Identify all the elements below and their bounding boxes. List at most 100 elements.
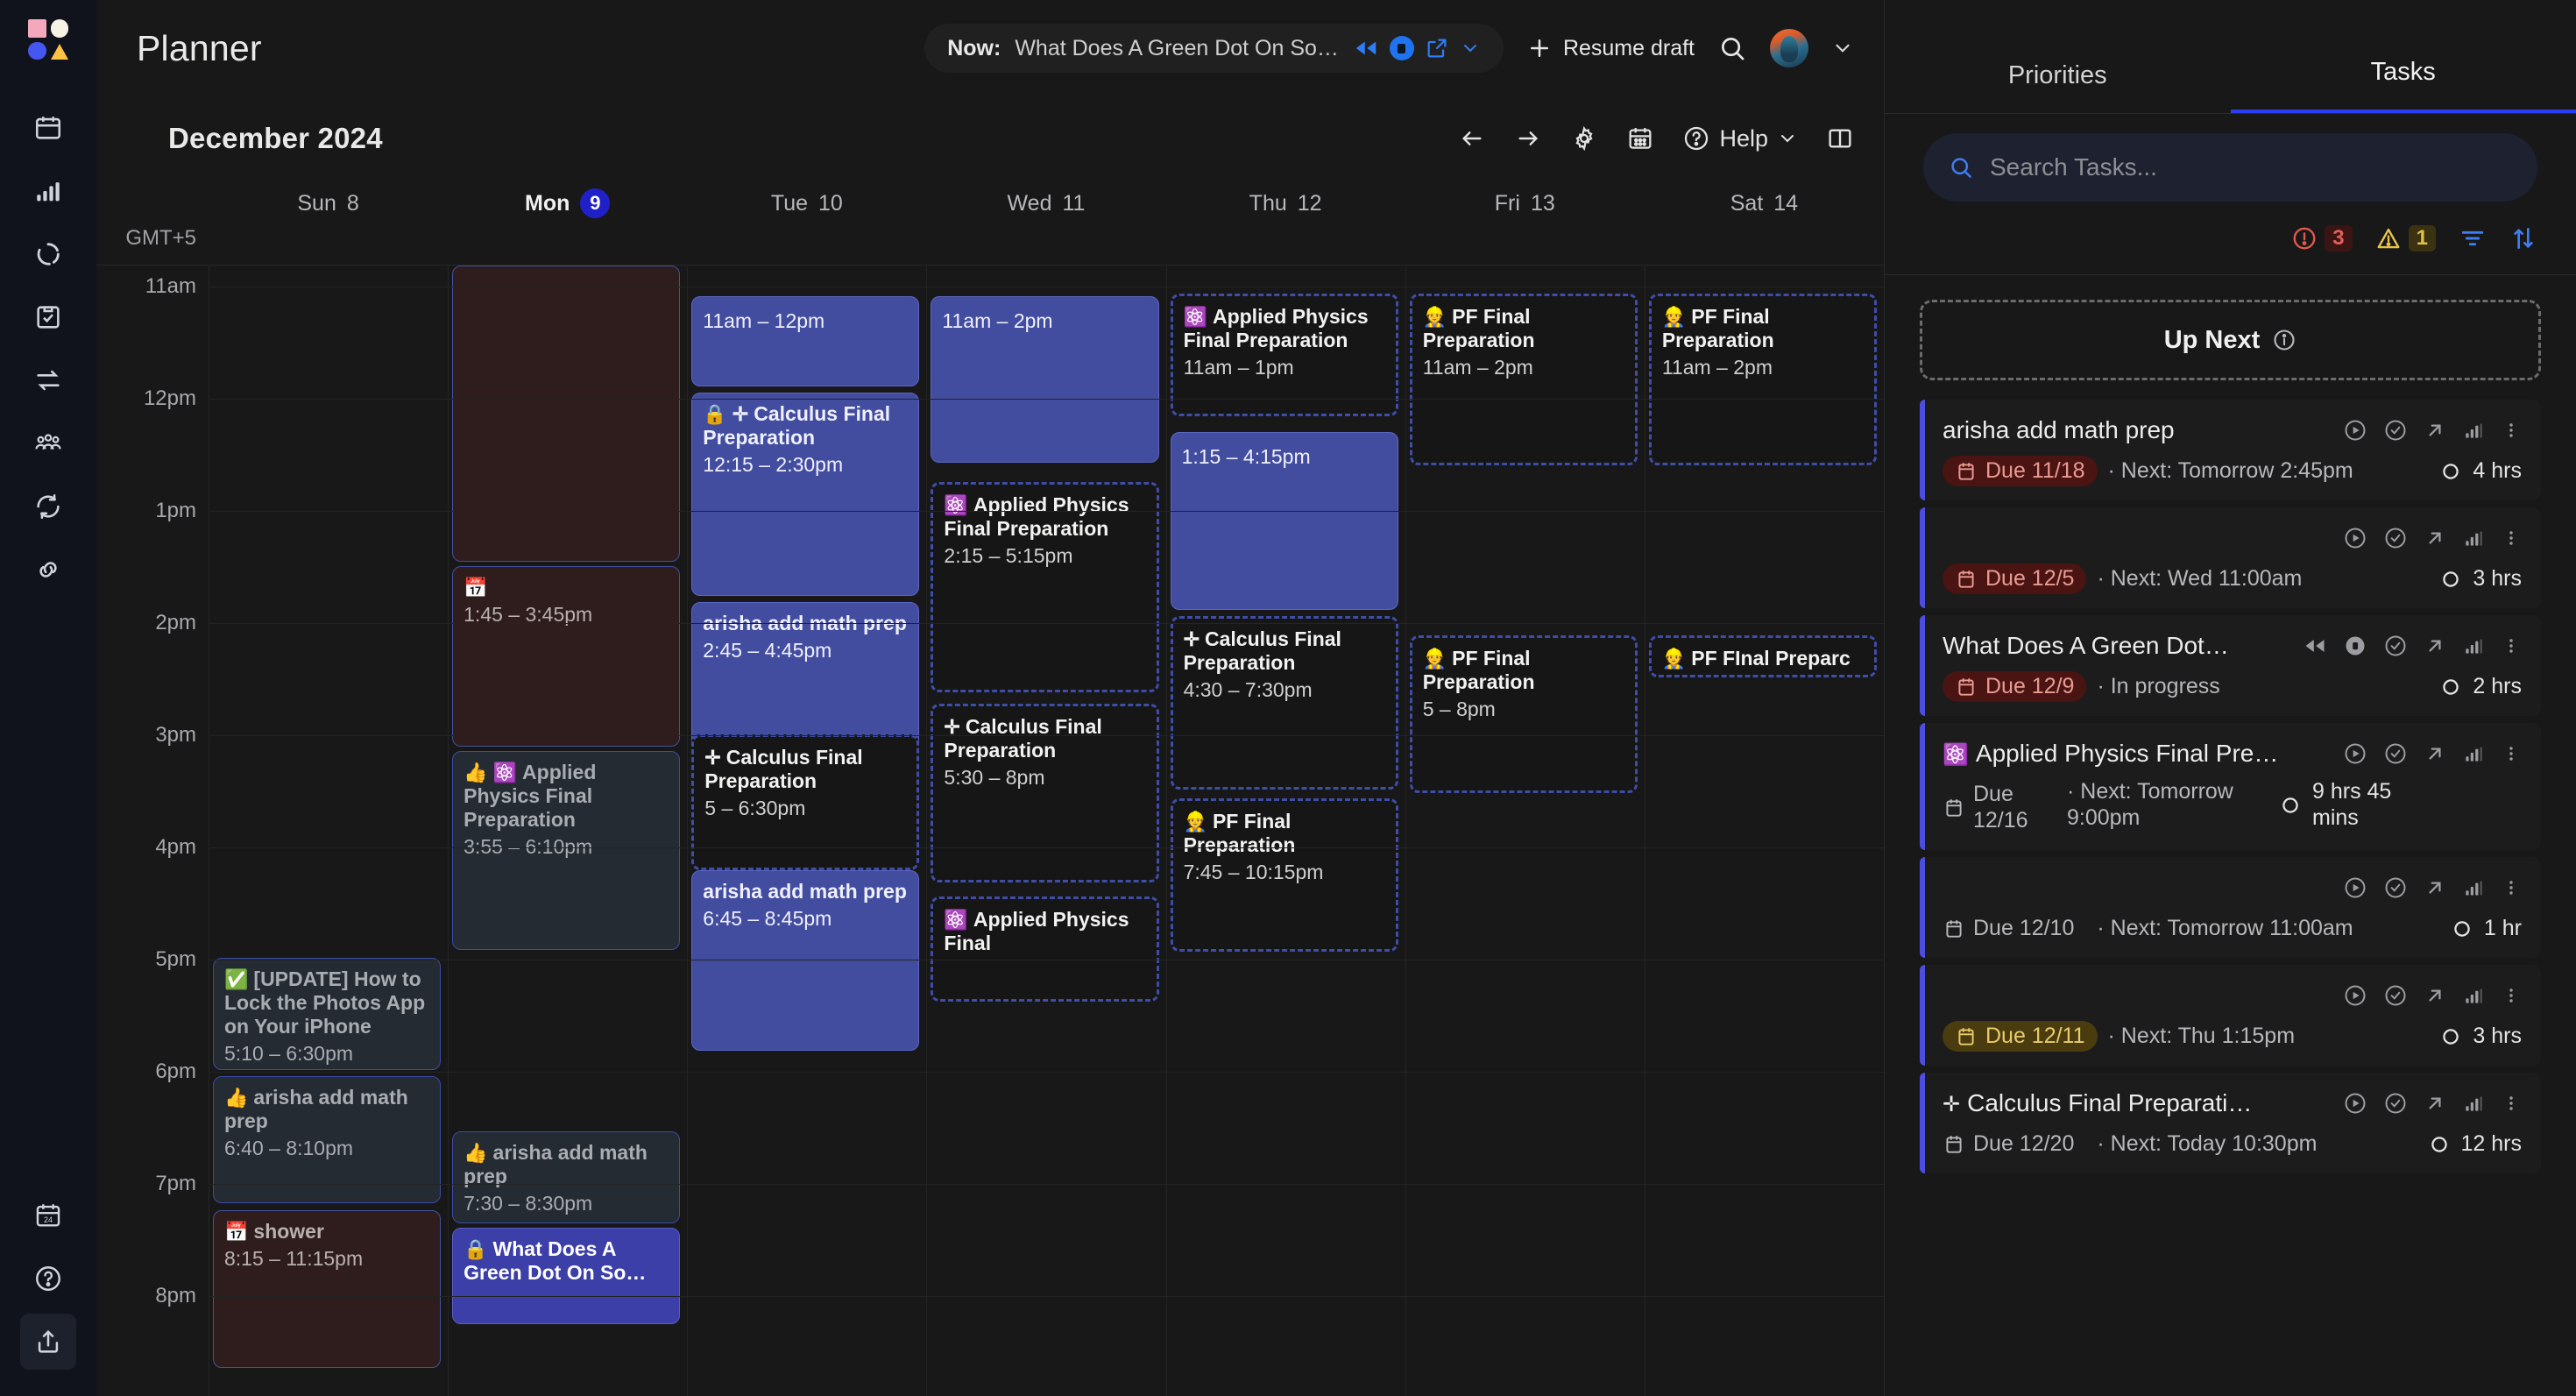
more-vertical-icon[interactable] xyxy=(2501,743,2522,764)
calendar-event[interactable]: ⚛️ Applied Physics Final xyxy=(931,896,1159,1002)
rewind-icon[interactable] xyxy=(2303,634,2327,658)
calendar-event[interactable]: 📅 shower 8:15 – 11:15pm xyxy=(213,1210,442,1368)
calendar-event[interactable]: ✛ Calculus Final Preparation 5 – 6:30pm xyxy=(691,734,920,870)
account-chevron-down-icon[interactable] xyxy=(1831,37,1854,60)
more-vertical-icon[interactable] xyxy=(2501,635,2522,656)
share-upload-icon[interactable] xyxy=(20,1314,76,1370)
urgent-filter[interactable]: 3 xyxy=(2291,224,2353,252)
more-vertical-icon[interactable] xyxy=(2501,1093,2522,1114)
stop-icon[interactable] xyxy=(2343,634,2367,658)
day-header-thu[interactable]: Thu 12 xyxy=(1166,181,1405,226)
day-column-thu[interactable]: ⚛️ Applied Physics Final Preparation 11am … xyxy=(1165,266,1405,1396)
open-external-icon[interactable] xyxy=(1425,36,1449,60)
link-icon[interactable] xyxy=(20,542,76,598)
calendar-24-icon[interactable]: 24 xyxy=(20,1187,76,1244)
open-external-icon[interactable] xyxy=(2424,1092,2446,1115)
day-column-wed[interactable]: 11am – 2pm ⚛️ Applied Physics Final Prepar… xyxy=(926,266,1165,1396)
calendar-event[interactable]: ✅ [UPDATE] How to Lock the Photos App on … xyxy=(213,958,442,1070)
check-circle-icon[interactable] xyxy=(2383,875,2408,900)
prev-week-button[interactable] xyxy=(1458,124,1486,152)
donut-chart-icon[interactable] xyxy=(20,226,76,282)
open-external-icon[interactable] xyxy=(2424,527,2446,549)
calendar-event[interactable]: 👷 PF FInal Preparc xyxy=(1648,635,1877,677)
calendar-grid-scroll[interactable]: 11am 12pm 1pm 2pm 3pm 4pm 5pm 6pm 7pm 8pm ✅ [UPDAT… xyxy=(96,265,1884,1396)
more-vertical-icon[interactable] xyxy=(2501,985,2522,1006)
split-view-icon[interactable] xyxy=(1826,124,1854,152)
calendar-event[interactable]: 👍 arisha add math prep 7:30 – 8:30pm xyxy=(452,1131,681,1223)
day-header-fri[interactable]: Fri 13 xyxy=(1405,181,1645,226)
help-button[interactable]: Help xyxy=(1682,124,1798,152)
check-circle-icon[interactable] xyxy=(2383,526,2408,550)
task-row[interactable]: arisha add math prep Due 11/18 · Next: Tom… xyxy=(1920,400,2541,500)
tab-priorities[interactable]: Priorities xyxy=(1885,61,2231,113)
calendar-event[interactable]: 11am – 2pm xyxy=(931,296,1159,463)
calendar-event[interactable]: ✛ Calculus Final Preparation 4:30 – 7:30pm xyxy=(1170,616,1398,790)
calendar-event[interactable] xyxy=(452,266,681,562)
help-circle-icon[interactable] xyxy=(20,1251,76,1307)
search-input[interactable]: Search Tasks... xyxy=(1923,133,2537,202)
day-column-sat[interactable]: 👷 PF Final Preparation 11am – 2pm 👷 PF FInal… xyxy=(1644,266,1884,1396)
people-icon[interactable] xyxy=(20,415,76,471)
day-column-mon[interactable]: 📅 1:45 – 3:45pm 👍 ⚛️ Applied Physics Final … xyxy=(448,266,687,1396)
sync-icon[interactable] xyxy=(20,478,76,535)
calendar-event[interactable]: ⚛️ Applied Physics Final Preparation 2:15 … xyxy=(931,482,1159,692)
calendar-event[interactable]: 👷 PF Final Preparation 5 – 8pm xyxy=(1409,635,1638,793)
calendar-event[interactable]: 👍 ⚛️ Applied Physics Final Preparation 3:5… xyxy=(452,751,681,950)
search-icon[interactable] xyxy=(1717,33,1747,63)
calendar-event[interactable]: ⚛️ Applied Physics Final Preparation 11am … xyxy=(1170,294,1398,416)
bar-chart-icon[interactable] xyxy=(2462,876,2485,899)
day-column-tue[interactable]: 11am – 12pm 🔒 ✛ Calculus Final Preparation… xyxy=(687,266,926,1396)
bar-chart-icon[interactable] xyxy=(2462,742,2485,765)
avatar[interactable] xyxy=(1770,29,1808,67)
task-row[interactable]: Due 12/5 · Next: Wed 11:00am 3 hrs xyxy=(1920,507,2541,608)
bar-chart-icon[interactable] xyxy=(20,163,76,219)
check-circle-icon[interactable] xyxy=(2383,741,2408,766)
filter-icon[interactable] xyxy=(2459,224,2487,252)
calendar-event[interactable]: 🔒 What Does A Green Dot On So… xyxy=(452,1228,681,1324)
check-circle-icon[interactable] xyxy=(2383,634,2408,658)
calendar-event[interactable]: 📅 1:45 – 3:45pm xyxy=(452,566,681,747)
task-row[interactable]: What Does A Green Dot… Due 12/9 · In progr… xyxy=(1920,615,2541,716)
info-icon[interactable] xyxy=(2272,328,2296,352)
up-next-dropzone[interactable]: Up Next xyxy=(1920,300,2541,380)
record-icon[interactable] xyxy=(1389,36,1414,60)
bar-chart-icon[interactable] xyxy=(2462,984,2485,1007)
more-vertical-icon[interactable] xyxy=(2501,528,2522,549)
play-icon[interactable] xyxy=(2343,526,2367,550)
tab-tasks[interactable]: Tasks xyxy=(2230,58,2576,113)
open-external-icon[interactable] xyxy=(2424,634,2446,657)
next-week-button[interactable] xyxy=(1514,124,1542,152)
play-icon[interactable] xyxy=(2343,983,2367,1008)
task-row[interactable]: Due 12/10 · Next: Tomorrow 11:00am 1 hr xyxy=(1920,857,2541,958)
day-header-sat[interactable]: Sat 14 xyxy=(1645,181,1884,226)
bar-chart-icon[interactable] xyxy=(2462,527,2485,549)
check-circle-icon[interactable] xyxy=(2383,1091,2408,1116)
sort-icon[interactable] xyxy=(2509,224,2537,252)
play-icon[interactable] xyxy=(2343,418,2367,443)
bar-chart-icon[interactable] xyxy=(2462,419,2485,442)
calendar-event[interactable]: 👷 PF Final Preparation 11am – 2pm xyxy=(1648,294,1877,465)
clipboard-check-icon[interactable] xyxy=(20,289,76,345)
bar-chart-icon[interactable] xyxy=(2462,1092,2485,1115)
day-header-sun[interactable]: Sun 8 xyxy=(209,181,448,226)
calendar-event[interactable]: ✛ Calculus Final Preparation 5:30 – 8pm xyxy=(931,704,1159,882)
task-row[interactable]: Due 12/11 · Next: Thu 1:15pm 3 hrs xyxy=(1920,965,2541,1066)
more-vertical-icon[interactable] xyxy=(2501,877,2522,898)
open-external-icon[interactable] xyxy=(2424,419,2446,442)
play-icon[interactable] xyxy=(2343,1091,2367,1116)
play-icon[interactable] xyxy=(2343,741,2367,766)
play-icon[interactable] xyxy=(2343,875,2367,900)
resume-draft-button[interactable]: Resume draft xyxy=(1526,35,1695,61)
day-header-mon[interactable]: Mon 9 xyxy=(448,181,687,226)
task-row[interactable]: ✛ Calculus Final Preparati… Due 12/20 · Nex… xyxy=(1920,1073,2541,1173)
calendar-event[interactable]: 1:15 – 4:15pm xyxy=(1170,432,1398,610)
open-external-icon[interactable] xyxy=(2424,742,2446,765)
chevron-down-icon[interactable] xyxy=(1460,38,1481,59)
day-column-sun[interactable]: ✅ [UPDATE] How to Lock the Photos App on … xyxy=(209,266,448,1396)
more-vertical-icon[interactable] xyxy=(2501,420,2522,441)
check-circle-icon[interactable] xyxy=(2383,418,2408,443)
bar-chart-icon[interactable] xyxy=(2462,634,2485,657)
open-external-icon[interactable] xyxy=(2424,876,2446,899)
calendar-event[interactable]: 👷 PF Final Preparation 7:45 – 10:15pm xyxy=(1170,798,1398,952)
calendar-event[interactable]: 11am – 12pm xyxy=(691,296,920,386)
